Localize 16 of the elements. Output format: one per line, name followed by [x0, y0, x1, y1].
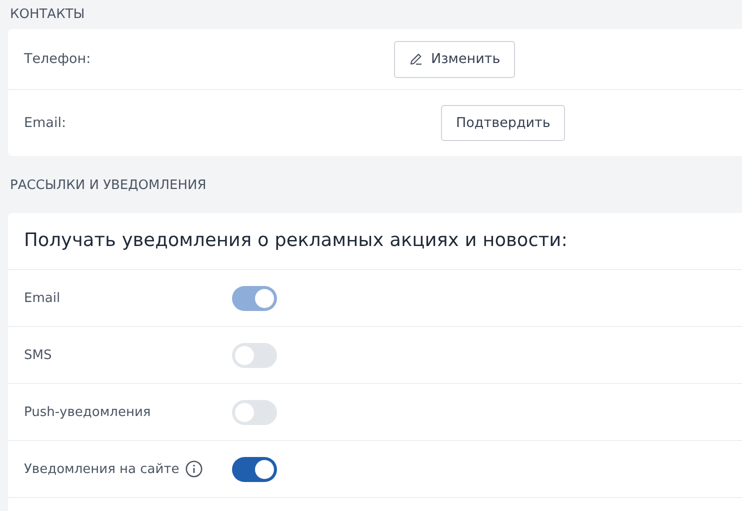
edit-button[interactable]: Изменить: [394, 40, 516, 78]
card-title: Получать уведомления о рекламных акциях и новости:: [8, 213, 742, 270]
field-label: Телефон:: [24, 51, 92, 67]
info-icon: [185, 460, 204, 478]
field-label: Email:: [24, 115, 68, 131]
section-heading: РАССЫЛКИ И УВЕДОМЛЕНИЯ: [9, 177, 208, 195]
channel-label: Email: [24, 290, 60, 306]
confirm-button[interactable]: Подтвердить: [441, 105, 566, 141]
toggle-switch[interactable]: [232, 342, 277, 368]
toggle-switch[interactable]: [232, 400, 277, 424]
toggle-switch[interactable]: [232, 456, 277, 482]
channel-label: Уведомления на сайте: [24, 462, 180, 476]
channel-label: SMS: [24, 348, 52, 362]
pencil-icon: [409, 52, 423, 66]
section-heading: КОНТАКТЫ: [9, 6, 86, 24]
channel-label: Push-уведомления: [24, 404, 151, 420]
